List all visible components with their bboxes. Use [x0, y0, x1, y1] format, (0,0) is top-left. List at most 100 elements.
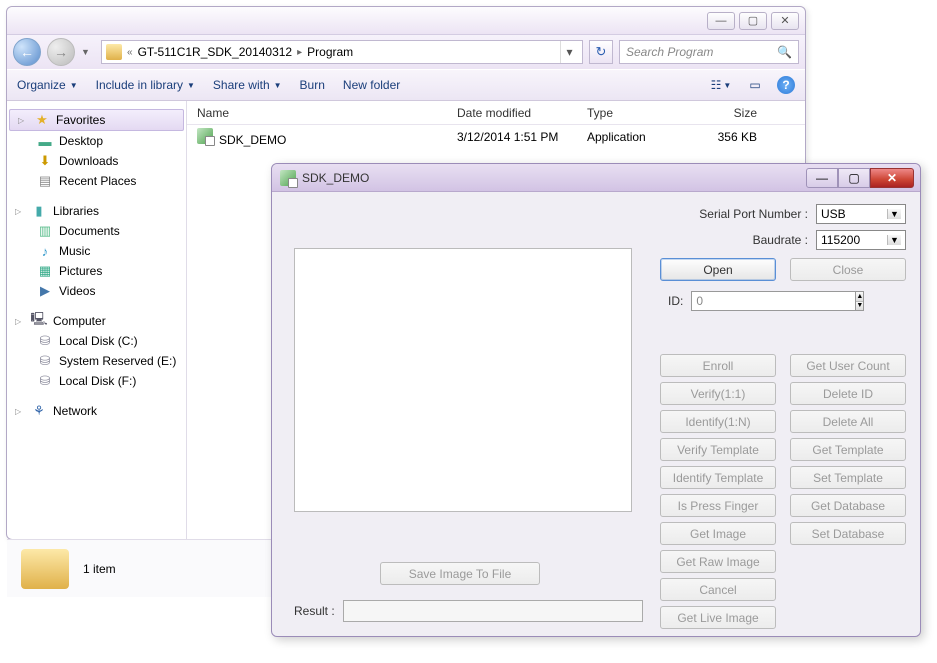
close-conn-button[interactable]: Close: [790, 258, 906, 281]
result-output: [343, 600, 643, 622]
minimize-button[interactable]: ―: [806, 168, 838, 188]
music-icon: ♪: [37, 243, 53, 259]
share-menu[interactable]: Share with▼: [213, 78, 282, 92]
file-size: 356 KB: [687, 130, 767, 144]
spin-down[interactable]: ▼: [856, 302, 863, 311]
id-spinner[interactable]: ▲▼: [691, 291, 791, 311]
breadcrumb-seg[interactable]: Program: [307, 45, 353, 59]
delete-all-button[interactable]: Delete All: [790, 410, 906, 433]
chevron-right-icon: ▸: [297, 47, 302, 58]
cancel-button[interactable]: Cancel: [660, 578, 776, 601]
maximize-button[interactable]: ▢: [739, 12, 767, 30]
is-press-finger-button[interactable]: Is Press Finger: [660, 494, 776, 517]
videos-icon: ▶: [37, 283, 53, 299]
get-database-button[interactable]: Get Database: [790, 494, 906, 517]
close-button[interactable]: ✕: [771, 12, 799, 30]
back-button[interactable]: ←: [13, 38, 41, 66]
help-button[interactable]: ?: [777, 76, 795, 94]
identify-template-button[interactable]: Identify Template: [660, 466, 776, 489]
column-headers: Name Date modified Type Size: [187, 101, 805, 125]
baudrate-label: Baudrate :: [753, 233, 808, 247]
documents-icon: ▥: [37, 223, 53, 239]
include-menu[interactable]: Include in library▼: [96, 78, 195, 92]
libraries-icon: ▮: [31, 203, 47, 219]
nav-pictures[interactable]: ▦Pictures: [7, 261, 186, 281]
application-icon: [197, 128, 213, 144]
pictures-icon: ▦: [37, 263, 53, 279]
view-menu[interactable]: ☷ ▼: [709, 75, 733, 95]
col-size[interactable]: Size: [687, 106, 767, 120]
nav-music[interactable]: ♪Music: [7, 241, 186, 261]
get-image-button[interactable]: Get Image: [660, 522, 776, 545]
burn-button[interactable]: Burn: [300, 78, 325, 92]
star-icon: ★: [34, 112, 50, 128]
organize-menu[interactable]: Organize▼: [17, 78, 78, 92]
save-image-button[interactable]: Save Image To File: [380, 562, 540, 585]
nav-network[interactable]: ▷⚘Network: [7, 401, 186, 421]
get-template-button[interactable]: Get Template: [790, 438, 906, 461]
search-placeholder: Search Program: [626, 45, 713, 59]
breadcrumb-dropdown[interactable]: ▾: [560, 41, 578, 63]
nav-desktop[interactable]: ▬Desktop: [7, 131, 186, 151]
nav-favorites[interactable]: ▷★Favorites: [9, 109, 184, 131]
enroll-button[interactable]: Enroll: [660, 354, 776, 377]
breadcrumb-seg[interactable]: GT-511C1R_SDK_20140312: [138, 45, 293, 59]
verify-template-button[interactable]: Verify Template: [660, 438, 776, 461]
nav-recent[interactable]: ▤Recent Places: [7, 171, 186, 191]
serial-port-combo[interactable]: USB▼: [816, 204, 906, 224]
col-name[interactable]: Name: [187, 106, 447, 120]
explorer-navbar: ← → ▼ « GT-511C1R_SDK_20140312 ▸ Program…: [7, 35, 805, 69]
id-input[interactable]: [691, 291, 856, 311]
downloads-icon: ⬇: [37, 153, 53, 169]
newfolder-button[interactable]: New folder: [343, 78, 400, 92]
status-text: 1 item: [83, 562, 116, 576]
identify-button[interactable]: Identify(1:N): [660, 410, 776, 433]
application-icon: [280, 170, 296, 186]
close-button[interactable]: ✕: [870, 168, 914, 188]
minimize-button[interactable]: ―: [707, 12, 735, 30]
file-type: Application: [577, 130, 687, 144]
open-button[interactable]: Open: [660, 258, 776, 281]
get-live-image-button[interactable]: Get Live Image: [660, 606, 776, 629]
history-dropdown[interactable]: ▼: [81, 47, 95, 57]
preview-pane-button[interactable]: ▭: [743, 75, 767, 95]
get-user-count-button[interactable]: Get User Count: [790, 354, 906, 377]
folder-icon: [21, 549, 69, 589]
image-preview: [294, 248, 632, 512]
disk-icon: ⛁: [37, 353, 53, 369]
nav-disk-c[interactable]: ⛁Local Disk (C:): [7, 331, 186, 351]
verify-button[interactable]: Verify(1:1): [660, 382, 776, 405]
set-template-button[interactable]: Set Template: [790, 466, 906, 489]
sdk-titlebar: SDK_DEMO ― ▢ ✕: [272, 164, 920, 192]
nav-disk-f[interactable]: ⛁Local Disk (F:): [7, 371, 186, 391]
get-raw-image-button[interactable]: Get Raw Image: [660, 550, 776, 573]
forward-button[interactable]: →: [47, 38, 75, 66]
spin-up[interactable]: ▲: [856, 292, 863, 302]
nav-videos[interactable]: ▶Videos: [7, 281, 186, 301]
set-database-button[interactable]: Set Database: [790, 522, 906, 545]
nav-documents[interactable]: ▥Documents: [7, 221, 186, 241]
file-date: 3/12/2014 1:51 PM: [447, 130, 577, 144]
disk-icon: ⛁: [37, 333, 53, 349]
breadcrumb[interactable]: « GT-511C1R_SDK_20140312 ▸ Program ▾: [101, 40, 583, 64]
window-title: SDK_DEMO: [302, 171, 369, 185]
delete-id-button[interactable]: Delete ID: [790, 382, 906, 405]
nav-libraries[interactable]: ▷▮Libraries: [7, 201, 186, 221]
maximize-button[interactable]: ▢: [838, 168, 870, 188]
explorer-toolbar: Organize▼ Include in library▼ Share with…: [7, 69, 805, 101]
nav-computer[interactable]: ▷🖳Computer: [7, 311, 186, 331]
network-icon: ⚘: [31, 403, 47, 419]
file-row[interactable]: SDK_DEMO 3/12/2014 1:51 PM Application 3…: [187, 125, 805, 149]
baudrate-combo[interactable]: 115200▼: [816, 230, 906, 250]
col-date[interactable]: Date modified: [447, 106, 577, 120]
col-type[interactable]: Type: [577, 106, 687, 120]
nav-disk-e[interactable]: ⛁System Reserved (E:): [7, 351, 186, 371]
folder-icon: [106, 44, 122, 60]
chevron-down-icon: ▼: [887, 209, 901, 219]
refresh-button[interactable]: ↻: [589, 40, 613, 64]
computer-icon: 🖳: [31, 313, 47, 329]
disk-icon: ⛁: [37, 373, 53, 389]
search-input[interactable]: Search Program 🔍: [619, 40, 799, 64]
nav-downloads[interactable]: ⬇Downloads: [7, 151, 186, 171]
chevron-down-icon: ▼: [887, 235, 901, 245]
